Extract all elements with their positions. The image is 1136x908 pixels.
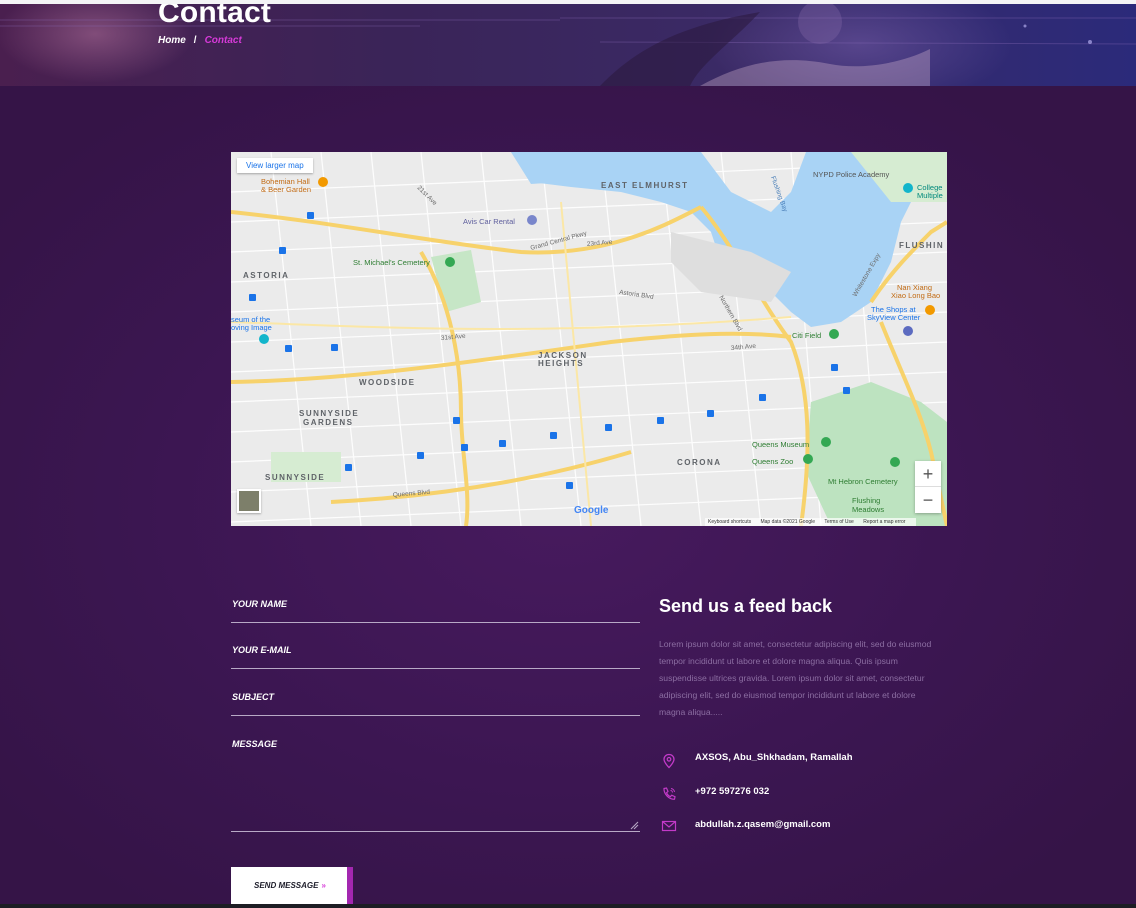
map-zoom-control: + − (915, 461, 941, 513)
map-label-jackson-heights-2: HEIGHTS (538, 359, 584, 368)
zoo-marker-icon (803, 454, 813, 464)
name-field[interactable] (231, 622, 640, 623)
send-message-button[interactable]: SEND MESSAGE» (231, 867, 347, 905)
breadcrumb-separator: / (193, 35, 197, 46)
car-rental-marker-icon (527, 215, 537, 225)
contact-address: AXSOS, Abu_Shkhadam, Ramallah (695, 752, 853, 763)
map-label-queens-zoo: Queens Zoo (752, 457, 793, 466)
map-label-mt-hebron: Mt Hebron Cemetery (828, 477, 898, 486)
map-canvas[interactable]: EAST ELMHURST ASTORIA WOODSIDE SUNNYSIDE… (231, 152, 947, 526)
name-field-label: YOUR NAME (232, 599, 288, 609)
feedback-title: Send us a feed back (659, 596, 833, 616)
restaurant-marker-icon (318, 177, 328, 187)
contact-phone: +972 597276 032 (695, 786, 770, 797)
map-footer: Keyboard shortcuts Map data ©2021 Google… (705, 518, 917, 526)
zoom-out-button[interactable]: − (915, 487, 941, 513)
map-label-sunnyside: SUNNYSIDE (265, 473, 325, 482)
map-label-flushing-meadows-1: Flushing (852, 496, 880, 505)
view-larger-map-link[interactable]: View larger map (237, 158, 313, 173)
food-marker-icon (925, 305, 935, 315)
zoom-in-button[interactable]: + (915, 461, 941, 487)
phone-icon (663, 787, 676, 800)
map-label-sunnyside-gardens-2: GARDENS (303, 418, 354, 427)
map-label-college-2: Multiple (917, 191, 943, 200)
map-label-st-michaels: St. Michael's Cemetery (353, 258, 430, 267)
report-map-error-link[interactable]: Report a map error (863, 519, 905, 525)
map-label-astoria: ASTORIA (243, 271, 289, 280)
college-marker-icon (903, 183, 913, 193)
email-field[interactable] (231, 668, 640, 669)
satellite-toggle-button[interactable] (237, 489, 261, 513)
map-label-nan-xiang-2: Xiao Long Bao (891, 291, 940, 300)
send-message-label: SEND MESSAGE (254, 881, 319, 890)
textarea-resize-handle[interactable] (630, 821, 639, 830)
email-field-label: YOUR E-MAIL (232, 645, 292, 655)
cemetery-marker-icon (445, 257, 455, 267)
map-label-nypd: NYPD Police Academy (813, 170, 890, 179)
map-label-east-elmhurst: EAST ELMHURST (601, 181, 689, 190)
map-label-citi-field: Citi Field (792, 331, 821, 340)
page-title: Contact (158, 4, 272, 29)
map-pin-icon (663, 753, 675, 769)
envelope-icon (661, 820, 677, 832)
double-chevron-right-icon: » (321, 881, 326, 890)
google-logo: Google (574, 505, 609, 516)
subject-field-label: SUBJECT (232, 692, 275, 702)
map-label-bohemian-hall-2: & Beer Garden (261, 185, 311, 194)
museum-moving-image-marker-icon (259, 334, 269, 344)
map-data-attribution: Map data ©2021 Google (760, 519, 816, 525)
map-label-flushing-meadows-2: Meadows (852, 505, 884, 514)
stadium-marker-icon (829, 329, 839, 339)
embedded-map[interactable]: EAST ELMHURST ASTORIA WOODSIDE SUNNYSIDE… (231, 152, 947, 526)
message-field[interactable] (231, 831, 640, 832)
message-field-label: MESSAGE (232, 739, 278, 749)
breadcrumb: Home / Contact (158, 35, 242, 46)
museum-marker-icon (821, 437, 831, 447)
map-label-avis: Avis Car Rental (463, 217, 515, 226)
cemetery-east-marker-icon (890, 457, 900, 467)
contact-email: abdullah.z.qasem@gmail.com (695, 819, 831, 830)
keyboard-shortcuts-link[interactable]: Keyboard shortcuts (708, 519, 751, 525)
feedback-description: Lorem ipsum dolor sit amet, consectetur … (659, 639, 932, 717)
bottom-bar (0, 904, 1136, 908)
subject-field[interactable] (231, 715, 640, 716)
map-label-shops-skyview-2: SkyView Center (867, 313, 921, 322)
terms-of-use-link[interactable]: Terms of Use (824, 519, 853, 525)
map-label-flushing: FLUSHIN (899, 241, 944, 250)
page-header-banner: Contact Home / Contact (0, 4, 1136, 86)
breadcrumb-home-link[interactable]: Home (158, 35, 186, 46)
map-label-queens-museum: Queens Museum (752, 440, 809, 449)
map-label-sunnyside-gardens-1: SUNNYSIDE (299, 409, 359, 418)
map-label-woodside: WOODSIDE (359, 378, 415, 387)
map-label-corona: CORONA (677, 458, 722, 467)
shopping-marker-icon (903, 326, 913, 336)
breadcrumb-current: Contact (204, 35, 242, 46)
map-label-museum-moving-image-2: oving Image (231, 323, 272, 332)
